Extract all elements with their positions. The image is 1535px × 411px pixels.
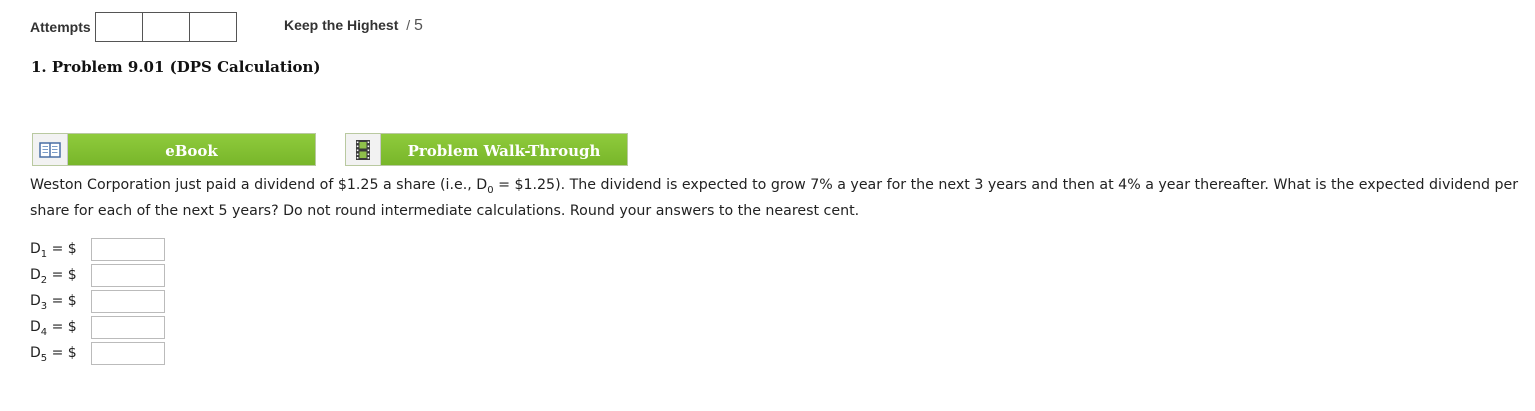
d4-input[interactable] xyxy=(91,315,165,339)
answer-label: D5 = $ xyxy=(30,345,91,363)
answer-label: D1 = $ xyxy=(30,241,91,259)
d1-input[interactable] xyxy=(91,237,165,261)
answer-row-d5: D5 = $ xyxy=(30,340,165,366)
answer-label: D3 = $ xyxy=(30,293,91,311)
answer-label: D2 = $ xyxy=(30,267,91,285)
attempts-bar: Attempts xyxy=(30,12,237,42)
d2-input[interactable] xyxy=(91,263,165,287)
attempt-box xyxy=(141,12,190,42)
answer-letter: D xyxy=(30,319,41,335)
attempt-box xyxy=(188,12,237,42)
answer-row-d4: D4 = $ xyxy=(30,314,165,340)
answer-letter: D xyxy=(30,345,41,361)
answer-letter: D xyxy=(30,293,41,309)
answer-suffix: = $ xyxy=(47,319,77,335)
keep-highest-label: Keep the Highest xyxy=(284,17,399,33)
answer-letter: D xyxy=(30,241,41,257)
d5-input[interactable] xyxy=(91,341,165,365)
attempt-boxes xyxy=(94,12,237,42)
answer-letter: D xyxy=(30,267,41,283)
question-text: Weston Corporation just paid a dividend … xyxy=(30,172,1530,224)
d3-input[interactable] xyxy=(91,289,165,313)
attempts-label: Attempts xyxy=(30,19,91,35)
book-icon xyxy=(33,134,68,165)
problem-walkthrough-button[interactable]: Problem Walk-Through xyxy=(345,133,628,166)
score-policy: Keep the Highest / 5 xyxy=(284,17,423,35)
answer-suffix: = $ xyxy=(47,267,77,283)
problem-walkthrough-label: Problem Walk-Through xyxy=(381,134,627,165)
ebook-label: eBook xyxy=(68,134,315,165)
answer-row-d3: D3 = $ xyxy=(30,288,165,314)
attempt-box xyxy=(94,12,143,42)
answer-suffix: = $ xyxy=(47,345,77,361)
answer-label: D4 = $ xyxy=(30,319,91,337)
problem-title: 1. Problem 9.01 (DPS Calculation) xyxy=(31,58,321,76)
answer-suffix: = $ xyxy=(47,293,77,309)
score-separator: / xyxy=(406,17,411,33)
answer-suffix: = $ xyxy=(47,241,77,257)
ebook-button[interactable]: eBook xyxy=(32,133,316,166)
answer-row-d1: D1 = $ xyxy=(30,236,165,262)
max-score: 5 xyxy=(414,17,423,34)
film-strip-icon xyxy=(346,134,381,165)
question-part-1: Weston Corporation just paid a dividend … xyxy=(30,177,488,193)
answer-list: D1 = $ D2 = $ D3 = $ D4 = $ D5 = $ xyxy=(30,236,165,366)
answer-row-d2: D2 = $ xyxy=(30,262,165,288)
